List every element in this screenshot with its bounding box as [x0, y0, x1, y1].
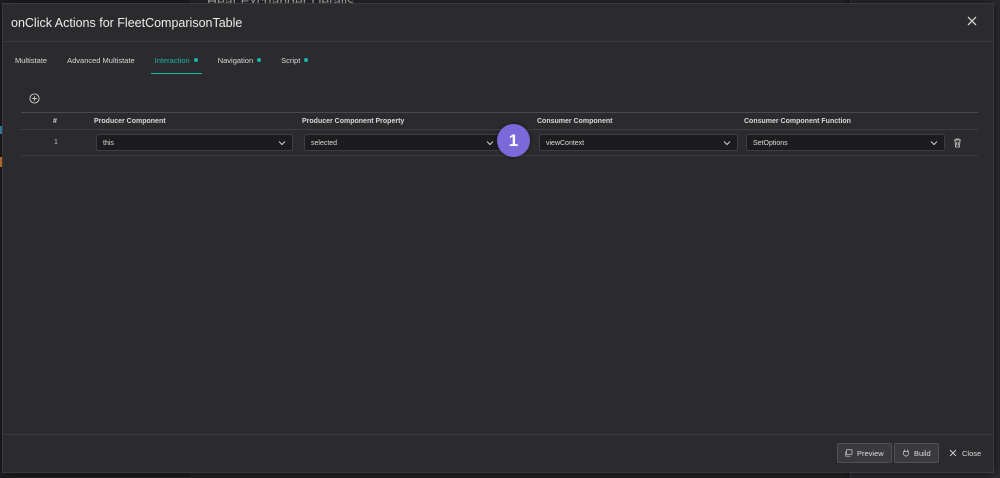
preview-button[interactable]: Preview [837, 443, 892, 463]
select-value: this [103, 140, 114, 147]
chevron-down-icon [486, 141, 494, 146]
header-index: # [53, 118, 57, 125]
tab-status-dot [257, 58, 262, 62]
tab-label: Advanced Multistate [67, 56, 135, 65]
close-icon [949, 449, 957, 457]
tab-bar: Multistate Advanced Multistate Interacti… [11, 54, 312, 76]
tab-status-dot [193, 58, 198, 62]
consumer-function-select[interactable]: SetOptions [746, 134, 945, 151]
producer-property-select[interactable]: selected [304, 134, 501, 151]
tab-script[interactable]: Script [277, 54, 312, 74]
chevron-down-icon [723, 141, 731, 146]
select-value: selected [311, 140, 338, 147]
modal-header: onClick Actions for FleetComparisonTable [3, 4, 993, 42]
tab-label: Script [281, 56, 301, 65]
plug-icon [903, 449, 909, 457]
preview-icon [845, 449, 853, 457]
add-row-icon[interactable] [29, 93, 40, 104]
build-button[interactable]: Build [894, 443, 939, 463]
close-button[interactable]: Close [945, 443, 985, 463]
table-header: # Producer Component Producer Component … [21, 112, 978, 130]
chevron-down-icon [278, 141, 286, 146]
close-label: Close [962, 448, 982, 458]
consumer-component-select[interactable]: viewContext [539, 134, 738, 151]
modal-title: onClick Actions for FleetComparisonTable [11, 16, 243, 30]
tab-navigation[interactable]: Navigation [214, 54, 265, 74]
header-consumer-component: Consumer Component [537, 118, 613, 125]
tab-status-dot [304, 58, 309, 62]
producer-component-select[interactable]: this [96, 134, 293, 151]
build-label: Build [914, 448, 931, 458]
modal-footer: Preview Build Close [3, 434, 993, 472]
close-icon[interactable] [964, 13, 980, 29]
onclick-actions-modal: onClick Actions for FleetComparisonTable… [2, 3, 994, 473]
select-value: viewContext [546, 140, 585, 147]
annotation-badge: 1 [497, 124, 530, 157]
tab-label: Multistate [15, 56, 48, 65]
chevron-down-icon [930, 141, 938, 146]
tab-advanced-multistate[interactable]: Advanced Multistate [63, 54, 139, 74]
header-producer-component: Producer Component [94, 118, 166, 125]
preview-label: Preview [857, 448, 884, 458]
select-value: SetOptions [753, 140, 788, 147]
trash-icon[interactable] [953, 138, 962, 148]
tab-interaction[interactable]: Interaction [150, 54, 202, 74]
header-consumer-function: Consumer Component Function [744, 118, 851, 125]
tab-multistate[interactable]: Multistate [11, 54, 51, 74]
header-producer-property: Producer Component Property [302, 118, 405, 125]
tab-label: Interaction [154, 56, 190, 65]
row-index: 1 [54, 139, 58, 146]
tab-label: Navigation [217, 56, 254, 65]
